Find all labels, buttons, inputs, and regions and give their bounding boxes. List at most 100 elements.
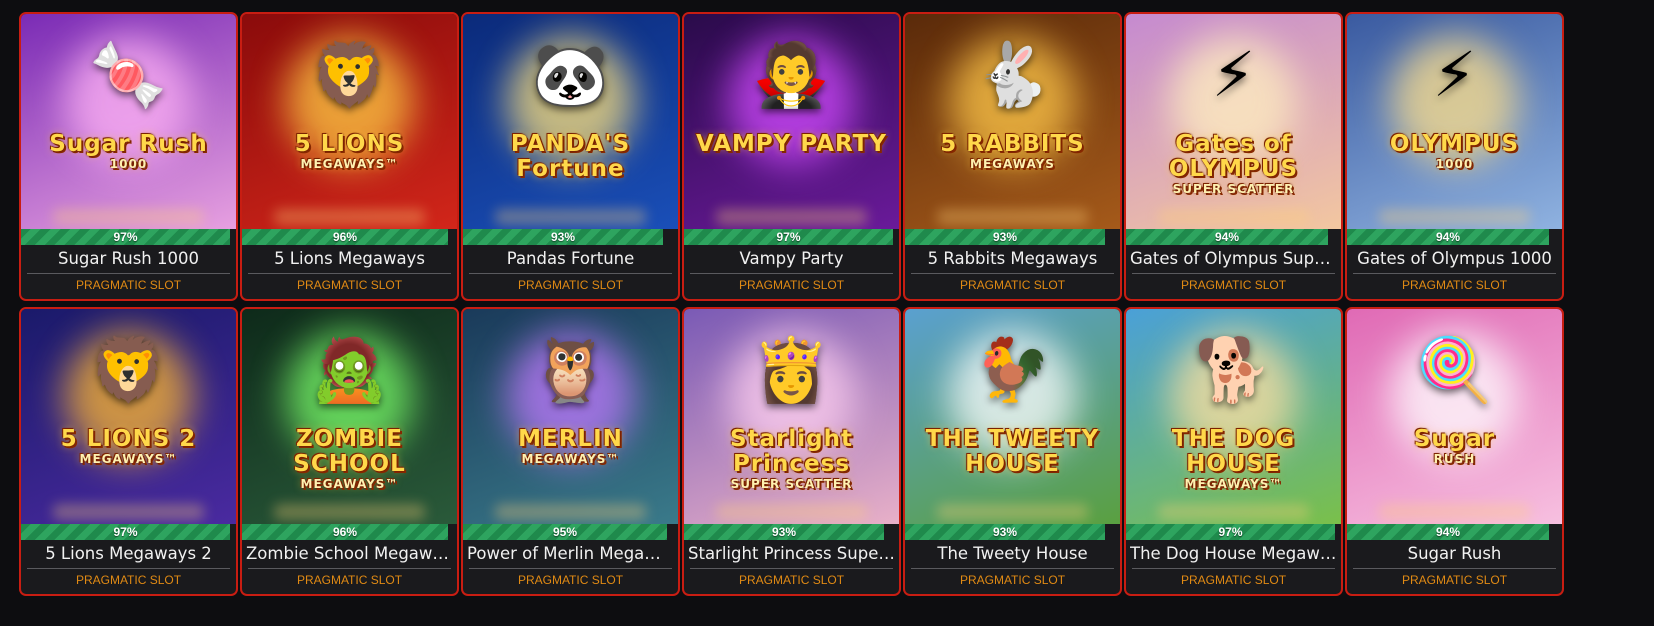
game-logo-line1: THE DOG HOUSE [1171, 426, 1296, 477]
game-thumbnail[interactable]: 🧛 VAMPY PARTY [684, 14, 899, 229]
game-title[interactable]: The Dog House Megaways [1130, 542, 1337, 566]
provider-label: PRAGMATIC SLOT [75, 278, 182, 292]
game-thumbnail[interactable]: 🐕 THE DOG HOUSE MEGAWAYS™ [1126, 309, 1341, 524]
game-title[interactable]: Pandas Fortune [467, 247, 674, 271]
game-thumbnail[interactable]: 🦁 5 LIONS 2 MEGAWAYS™ [21, 309, 236, 524]
game-logo-line1: Sugar [1413, 426, 1496, 452]
provider-label: PRAGMATIC SLOT [1180, 278, 1287, 292]
game-logo: Sugar RUSH [1347, 426, 1562, 467]
golden-lion-icon: 🦁 [89, 333, 168, 407]
golden-lion-icon: 🦁 [310, 38, 389, 112]
divider [1132, 273, 1335, 274]
game-title[interactable]: 5 Lions Megaways [246, 247, 453, 271]
game-card[interactable]: 🦁 5 LIONS 2 MEGAWAYS™ 97% 5 Lions Megaways 2… [19, 307, 238, 596]
divider [248, 273, 451, 274]
game-logo: OLYMPUS 1000 [1347, 131, 1562, 172]
thumbnail-blur [274, 209, 425, 225]
game-thumbnail[interactable]: 🍭 Sugar RUSH [1347, 309, 1562, 524]
rooster-icon: 🐓 [973, 333, 1052, 407]
game-card[interactable]: 🦁 5 LIONS MEGAWAYS™ 96% 5 Lions Megaways PRAG… [240, 12, 459, 301]
candy-egg-icon: 🍬 [89, 38, 168, 112]
game-logo-line1: 5 LIONS [294, 131, 405, 157]
game-title[interactable]: Starlight Princess Super Scatter [688, 542, 895, 566]
game-title[interactable]: Power of Merlin Megaways [467, 542, 674, 566]
game-title[interactable]: Gates of Olympus Super Scatter [1130, 247, 1337, 271]
game-card[interactable]: 👸 Starlight Princess SUPER SCATTER 93% Starl… [682, 307, 901, 596]
game-card[interactable]: 🦉 MERLIN MEGAWAYS™ 95% Power of Merlin Megaw… [461, 307, 680, 596]
rtp-label: 97% [113, 525, 138, 539]
divider [690, 568, 893, 569]
game-thumbnail[interactable]: 🐼 PANDA'S Fortune [463, 14, 678, 229]
rtp-bar: 97% [21, 229, 230, 245]
game-title[interactable]: Sugar Rush 1000 [25, 247, 232, 271]
game-thumbnail[interactable]: ⚡ Gates of OLYMPUS SUPER SCATTER [1126, 14, 1341, 229]
thumbnail-blur [495, 504, 646, 520]
provider-label: PRAGMATIC SLOT [75, 573, 182, 587]
game-logo-line1: 5 RABBITS [940, 131, 1085, 157]
game-logo-line2: MEGAWAYS™ [79, 452, 178, 466]
game-title[interactable]: 5 Lions Megaways 2 [25, 542, 232, 566]
golden-rabbit-icon: 🐇 [973, 38, 1052, 112]
rtp-bar: 93% [905, 229, 1105, 245]
thumbnail-blur [495, 209, 646, 225]
rtp-label: 96% [332, 525, 358, 539]
dog-icon: 🐕 [1194, 333, 1273, 407]
rtp-bar: 93% [684, 524, 884, 540]
divider [27, 273, 230, 274]
provider-label: PRAGMATIC SLOT [517, 573, 624, 587]
game-card[interactable]: 🧛 VAMPY PARTY 97% Vampy Party PRAGMATIC SLOT [682, 12, 901, 301]
game-logo-line2: MEGAWAYS [970, 157, 1055, 171]
thumbnail-blur [1158, 504, 1309, 520]
game-card[interactable]: 🐕 THE DOG HOUSE MEGAWAYS™ 97% The Dog House … [1124, 307, 1343, 596]
game-card[interactable]: ⚡ Gates of OLYMPUS SUPER SCATTER 94% Gates o… [1124, 12, 1343, 301]
divider [911, 273, 1114, 274]
game-thumbnail[interactable]: 🦁 5 LIONS MEGAWAYS™ [242, 14, 457, 229]
rtp-bar: 97% [1126, 524, 1335, 540]
zombie-icon: 🧟 [310, 333, 389, 407]
rtp-label: 94% [1435, 230, 1461, 244]
game-logo: MERLIN MEGAWAYS™ [463, 427, 678, 467]
rtp-label: 97% [776, 230, 801, 244]
game-logo-line1: VAMPY PARTY [695, 131, 887, 157]
panda-icon: 🐼 [531, 38, 610, 112]
divider [1353, 273, 1556, 274]
thumbnail-blur [716, 504, 867, 520]
game-card[interactable]: 🍭 Sugar RUSH 94% Sugar Rush PRAGMATIC SLOT [1345, 307, 1564, 596]
divider [911, 568, 1114, 569]
divider [1132, 568, 1335, 569]
game-thumbnail[interactable]: 🐇 5 RABBITS MEGAWAYS [905, 14, 1120, 229]
game-thumbnail[interactable]: 🍬 Sugar Rush 1000 [21, 14, 236, 229]
game-card[interactable]: 🐓 THE TWEETY HOUSE 93% The Tweety House PRAG… [903, 307, 1122, 596]
provider-label: PRAGMATIC SLOT [738, 278, 845, 292]
game-title[interactable]: The Tweety House [909, 542, 1116, 566]
game-logo-line1: OLYMPUS [1389, 131, 1520, 157]
rtp-label: 93% [992, 525, 1018, 539]
thumbnail-blur [937, 209, 1088, 225]
game-card[interactable]: ⚡ OLYMPUS 1000 94% Gates of Olympus 1000 PRAG… [1345, 12, 1564, 301]
game-thumbnail[interactable]: 👸 Starlight Princess SUPER SCATTER [684, 309, 899, 524]
game-card[interactable]: 🐇 5 RABBITS MEGAWAYS 93% 5 Rabbits Megaways P… [903, 12, 1122, 301]
vampire-icon: 🧛 [752, 38, 831, 112]
game-card[interactable]: 🐼 PANDA'S Fortune 93% Pandas Fortune PRAGMAT… [461, 12, 680, 301]
game-logo-line2: MEGAWAYS™ [521, 452, 620, 466]
game-thumbnail[interactable]: 🦉 MERLIN MEGAWAYS™ [463, 309, 678, 524]
game-logo-line2: 1000 [1435, 157, 1474, 171]
game-thumbnail[interactable]: 🐓 THE TWEETY HOUSE [905, 309, 1120, 524]
game-title[interactable]: Zombie School Megaways [246, 542, 453, 566]
game-title[interactable]: 5 Rabbits Megaways [909, 247, 1116, 271]
rtp-bar: 96% [242, 524, 448, 540]
thumbnail-blur [53, 209, 204, 225]
zeus-icon: ⚡ [1211, 38, 1256, 112]
game-card[interactable]: 🧟 ZOMBIE SCHOOL MEGAWAYS™ 96% Zombie School … [240, 307, 459, 596]
game-title[interactable]: Sugar Rush [1351, 542, 1558, 566]
rtp-label: 94% [1435, 525, 1461, 539]
provider-label: PRAGMATIC SLOT [296, 278, 403, 292]
game-logo: THE TWEETY HOUSE [905, 427, 1120, 477]
game-thumbnail[interactable]: 🧟 ZOMBIE SCHOOL MEGAWAYS™ [242, 309, 457, 524]
provider-label: PRAGMATIC SLOT [1401, 278, 1508, 292]
game-thumbnail[interactable]: ⚡ OLYMPUS 1000 [1347, 14, 1562, 229]
game-card[interactable]: 🍬 Sugar Rush 1000 97% Sugar Rush 1000 PRAGMAT… [19, 12, 238, 301]
game-title[interactable]: Gates of Olympus 1000 [1351, 247, 1558, 271]
divider [248, 568, 451, 569]
game-title[interactable]: Vampy Party [688, 247, 895, 271]
